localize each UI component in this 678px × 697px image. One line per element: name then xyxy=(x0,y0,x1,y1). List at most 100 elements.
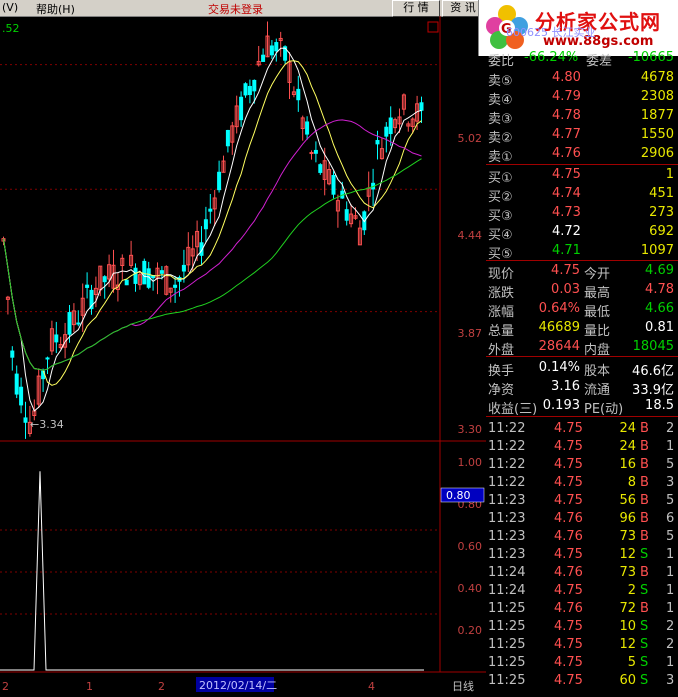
period-button[interactable]: 日线 xyxy=(452,679,474,693)
candle-body xyxy=(261,54,266,62)
candle-body xyxy=(269,45,274,56)
buy-level-row[interactable]: 买② 4.74 451 xyxy=(486,186,678,205)
stat-label: 涨幅 xyxy=(488,305,515,320)
tick-count: 1 xyxy=(666,565,675,580)
sell-level-row[interactable]: 卖④ 4.79 2308 xyxy=(486,89,678,108)
buy-level-row[interactable]: 买① 4.75 1 xyxy=(486,167,678,186)
tick-time: 11:23 xyxy=(488,511,526,526)
stat-value: 0.03 xyxy=(551,282,580,297)
tick-time: 11:23 xyxy=(488,493,526,508)
buy-price: 4.71 xyxy=(552,243,581,258)
tick-count: 6 xyxy=(666,511,675,526)
tick-count: 1 xyxy=(666,547,675,562)
tick-price: 4.75 xyxy=(554,673,583,688)
buy-level-row[interactable]: 买④ 4.72 692 xyxy=(486,224,678,243)
candle-body xyxy=(159,270,164,274)
tick-side: S xyxy=(640,655,649,670)
stat-row: 外盘 28644 内盘 18045 xyxy=(486,339,678,358)
sell-level-label: 卖③ xyxy=(488,112,513,127)
sell-level-row[interactable]: 卖⑤ 4.80 4678 xyxy=(486,70,678,89)
indicator-series xyxy=(0,471,424,671)
fund-label: 净资 xyxy=(488,383,515,398)
tick-time: 11:22 xyxy=(488,421,526,436)
tick-price: 4.76 xyxy=(554,511,583,526)
tick-count: 5 xyxy=(666,529,675,544)
menu-view[interactable]: (V) xyxy=(2,1,18,14)
buy-price: 4.74 xyxy=(552,186,581,201)
buy-volume: 692 xyxy=(649,224,674,239)
stat-label: 现价 xyxy=(488,267,515,282)
ind-axis-label: 1.00 xyxy=(458,456,483,469)
quote-button[interactable]: 行 情 xyxy=(392,0,440,17)
fund-value: 0.14% xyxy=(538,360,580,375)
sell-level-row[interactable]: 卖① 4.76 2906 xyxy=(486,146,678,165)
sell-level-label: 卖② xyxy=(488,131,513,146)
tick-time: 11:25 xyxy=(488,673,526,688)
candle-body xyxy=(296,88,301,101)
menu-help[interactable]: 帮助(H) xyxy=(36,1,75,17)
tick-time: 11:25 xyxy=(488,601,526,616)
stat-value: 4.75 xyxy=(551,263,580,278)
tick-price: 4.75 xyxy=(554,493,583,508)
candle-body xyxy=(14,373,19,395)
stat-value: 18045 xyxy=(632,339,674,354)
tick-price: 4.75 xyxy=(554,655,583,670)
stat-label: 涨跌 xyxy=(488,286,515,301)
candle-body xyxy=(274,42,279,52)
stat-value: 46689 xyxy=(538,320,580,335)
sell-level-row[interactable]: 卖② 4.77 1550 xyxy=(486,127,678,146)
fund-value: 0.193 xyxy=(542,398,580,413)
x-axis-label: 4 xyxy=(368,680,375,693)
sell-level-row[interactable]: 卖③ 4.78 1877 xyxy=(486,108,678,127)
x-axis-label: 1 xyxy=(86,680,93,693)
tick-row: 11:23 4.76 73 B 5 xyxy=(486,529,678,547)
tick-volume: 96 xyxy=(619,511,636,526)
buy-level-label: 买② xyxy=(488,190,513,205)
buy-volume: 273 xyxy=(649,205,674,220)
tick-price: 4.75 xyxy=(554,475,583,490)
fund-label: 流通 xyxy=(584,383,611,398)
kline-chart[interactable]: .52 5.02 4.44 3.87 3.30 ←3.34 1.00 0.80 … xyxy=(0,16,486,697)
fund-row: 换手 0.14% 股本 46.6亿 xyxy=(486,360,678,379)
login-status: 交易未登录 xyxy=(208,3,263,16)
fund-value: 33.9亿 xyxy=(632,383,674,398)
tick-row: 11:24 4.75 2 S 1 xyxy=(486,583,678,601)
stat-label: 总量 xyxy=(488,324,515,339)
candle-body xyxy=(388,117,393,135)
stock-code: 600625 长江实业 xyxy=(506,26,596,39)
candle-body xyxy=(419,102,424,111)
tick-side: S xyxy=(640,547,649,562)
stat-row: 现价 4.75 今开 4.69 xyxy=(486,263,678,282)
candle-body xyxy=(23,417,28,423)
candle-body xyxy=(217,171,222,191)
stat-value: 28644 xyxy=(538,339,580,354)
tick-count: 3 xyxy=(666,673,675,688)
buy-level-row[interactable]: 买③ 4.73 273 xyxy=(486,205,678,224)
buy-level-row[interactable]: 买⑤ 4.71 1097 xyxy=(486,243,678,262)
candle-body xyxy=(67,312,72,335)
top-price-label: .52 xyxy=(2,22,20,35)
tick-price: 4.75 xyxy=(554,547,583,562)
tick-count: 1 xyxy=(666,439,675,454)
tick-row: 11:25 4.75 5 S 1 xyxy=(486,655,678,673)
tick-volume: 10 xyxy=(619,619,636,634)
sell-level-label: 卖① xyxy=(488,150,513,165)
sell-level-label: 卖⑤ xyxy=(488,74,513,89)
candle-body xyxy=(331,175,336,195)
stat-value: 0.81 xyxy=(645,320,674,335)
tick-side: B xyxy=(640,601,649,616)
tick-volume: 73 xyxy=(619,565,636,580)
stat-value: 0.64% xyxy=(538,301,580,316)
tick-time: 11:25 xyxy=(488,655,526,670)
tick-side: B xyxy=(640,421,649,436)
tick-volume: 5 xyxy=(627,655,636,670)
tick-time: 11:23 xyxy=(488,547,526,562)
tick-side: B xyxy=(640,511,649,526)
tick-side: B xyxy=(640,475,649,490)
tick-time: 11:22 xyxy=(488,475,526,490)
buy-level-label: 买④ xyxy=(488,228,513,243)
sell-level-label: 卖④ xyxy=(488,93,513,108)
buy-price: 4.72 xyxy=(552,224,581,239)
sell-volume: 1877 xyxy=(640,108,674,123)
sell-price: 4.78 xyxy=(552,108,581,123)
